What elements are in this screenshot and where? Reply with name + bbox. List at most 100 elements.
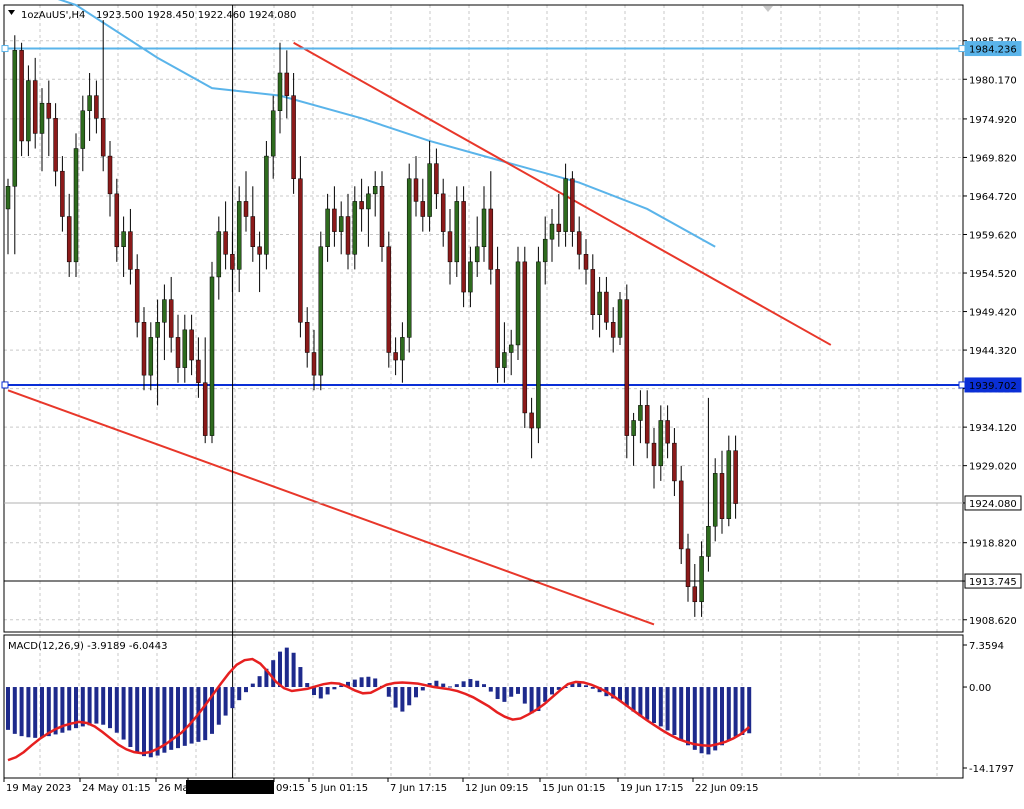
price-chart[interactable]: 1985.2701980.1701974.9201969.8201964.720…: [0, 0, 1024, 809]
candle-bull: [427, 163, 432, 217]
candle-bull: [216, 231, 222, 278]
candle-bull: [563, 178, 568, 232]
candle-bull: [5, 186, 11, 210]
candle-bull: [515, 261, 521, 346]
macd-bar: [176, 687, 180, 749]
macd-bar: [414, 687, 418, 698]
macd-bar: [631, 687, 636, 712]
macd-bar: [284, 647, 289, 688]
macd-bar: [516, 687, 520, 694]
candle-bear: [610, 322, 616, 338]
candle-bull: [80, 110, 86, 149]
candle-bull: [372, 186, 378, 195]
candle-bear: [196, 359, 201, 383]
candle-bull: [148, 337, 154, 376]
candle-bear: [291, 95, 296, 179]
candle-bull: [366, 193, 371, 210]
ohlc-values: 1923.500 1928.450 1922.460 1924.080: [96, 10, 296, 21]
resistance-handle-left: [1, 45, 9, 53]
support-handle-right: [958, 381, 966, 389]
macd-bar: [495, 687, 500, 700]
candle-bull: [508, 344, 514, 353]
macd-bar: [658, 687, 663, 727]
candle-bear: [434, 163, 439, 195]
macd-bar: [522, 687, 527, 704]
macd-bar: [468, 679, 473, 688]
macd-bar: [271, 660, 276, 688]
price-tick-label: 1908.620: [969, 616, 1017, 627]
candle-bear: [134, 269, 140, 323]
candle-bear: [60, 170, 65, 217]
candle-bear: [332, 208, 337, 232]
candle-bear: [141, 322, 147, 376]
macd-bar: [366, 676, 371, 688]
price-tick-label: 1969.820: [969, 153, 1017, 164]
crosshair-time-label: 2023.05.31 5:15: [189, 783, 272, 794]
candle-bear: [32, 80, 38, 134]
candle-bull: [400, 337, 405, 361]
price-tick-label: 1949.420: [969, 308, 1017, 319]
macd-bar: [386, 687, 391, 697]
price-tick-label: 1934.120: [969, 423, 1017, 434]
macd-bar: [87, 687, 92, 726]
resistance-handle-right: [958, 45, 966, 53]
candle-bear: [94, 95, 99, 119]
candle-bull: [542, 238, 548, 263]
macd-bar: [352, 679, 357, 688]
macd-bar: [155, 687, 160, 756]
candle-bull: [39, 102, 45, 134]
macd-bar: [502, 687, 507, 702]
candle-bull: [468, 261, 473, 293]
macd-bar: [291, 652, 296, 688]
macd-bar: [135, 687, 140, 753]
candle-bear: [284, 72, 290, 96]
candle-bull: [726, 450, 732, 519]
macd-bar: [203, 687, 208, 741]
macd-bar: [407, 687, 412, 706]
macd-bar: [40, 687, 44, 738]
macd-bar: [393, 687, 398, 708]
candle-bull: [318, 246, 324, 376]
candle-bear: [590, 269, 596, 315]
time-tick-label: 22 Jun 09:15: [695, 783, 759, 794]
candle-bear: [202, 382, 208, 436]
time-tick-label: 19 May 2023: [6, 783, 71, 794]
macd-bar: [182, 687, 187, 746]
macd-bar: [237, 687, 242, 701]
candle-bull: [454, 201, 460, 263]
candle-bear: [243, 201, 249, 217]
candle-bull: [712, 473, 718, 527]
macd-bar: [420, 687, 425, 691]
macd-bar: [448, 686, 452, 688]
candle-bear: [53, 118, 58, 172]
time-tick-label: 15 Jun 01:15: [542, 783, 606, 794]
macd-bar: [590, 687, 595, 689]
macd-bar: [305, 683, 310, 688]
candle-bull: [706, 525, 711, 557]
macd-bar: [652, 687, 656, 724]
macd-bar: [475, 680, 480, 688]
candle-bull: [549, 223, 555, 240]
macd-bar: [189, 687, 194, 744]
candle-bull: [406, 178, 412, 338]
support-price-tag-label: 1939.702: [969, 381, 1017, 392]
candle-bear: [644, 405, 650, 444]
macd-bar: [26, 687, 31, 738]
candle-bull: [631, 420, 636, 436]
macd-bar: [373, 678, 378, 688]
macd-bar: [80, 687, 85, 727]
macd-bar: [686, 687, 690, 746]
macd-bar: [747, 687, 752, 734]
macd-bar: [332, 687, 337, 690]
candle-bear: [420, 201, 426, 217]
macd-bar: [359, 677, 364, 688]
resistance-price-tag-label: 1984.236: [969, 45, 1017, 56]
macd-bar: [298, 667, 303, 688]
candle-bull: [338, 216, 344, 232]
candle-bull: [536, 261, 541, 429]
macd-bar: [250, 683, 255, 688]
macd-bar: [509, 687, 514, 697]
price-tick-label: 1964.720: [969, 192, 1017, 203]
macd-bar: [216, 687, 221, 725]
macd-bar: [461, 681, 466, 688]
